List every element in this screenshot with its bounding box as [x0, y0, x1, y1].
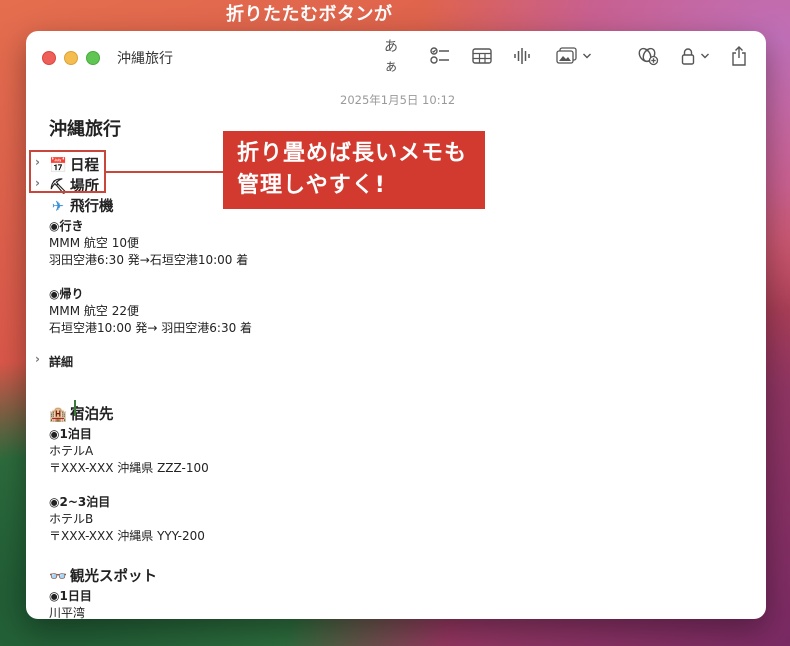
- section-flight: ✈ 飛行機: [49, 195, 114, 216]
- lock-icon: [681, 48, 694, 65]
- chevron-right-icon[interactable]: ›: [35, 352, 40, 366]
- day1-heading: ◉1日目: [49, 589, 92, 603]
- hotel-a-name: ホテルA: [49, 444, 94, 458]
- section-flight-label: 飛行機: [70, 199, 114, 215]
- media-button[interactable]: [554, 44, 594, 68]
- sunglasses-icon: 👓: [49, 569, 68, 585]
- title-bar: 沖縄旅行 あぁ: [26, 31, 766, 83]
- callout-line-2: 管理しやすく!: [237, 173, 386, 198]
- collaborate-button[interactable]: [636, 44, 660, 68]
- note-date: 2025年1月5日 10:12: [340, 93, 456, 107]
- section-lodging-label: 宿泊先: [70, 407, 114, 423]
- return-heading: ◉帰り: [49, 287, 84, 301]
- share-button[interactable]: [729, 44, 749, 68]
- audio-button[interactable]: [511, 44, 533, 68]
- callout-connector: [106, 171, 223, 173]
- lock-button[interactable]: [677, 44, 713, 68]
- window-controls: [42, 51, 100, 65]
- hotel-icon: 🏨: [49, 407, 68, 423]
- table-button[interactable]: [470, 44, 494, 68]
- day1-spot: 川平湾: [49, 606, 86, 619]
- waveform-icon: [514, 48, 530, 64]
- outbound-heading: ◉行き: [49, 219, 84, 233]
- airplane-icon: ✈: [51, 199, 65, 215]
- minimize-button[interactable]: [64, 51, 78, 65]
- text-cursor: [74, 400, 76, 416]
- callout-box: 折り畳めば長いメモも 管理しやすく!: [223, 131, 485, 209]
- section-sightseeing-label: 観光スポット: [70, 569, 157, 585]
- hotel-a-address: 〒XXX-XXX 沖縄県 ZZZ-100: [49, 461, 209, 475]
- section-sightseeing: 👓 観光スポット: [49, 565, 157, 586]
- hotel-b-name: ホテルB: [49, 512, 94, 526]
- format-button[interactable]: あぁ: [384, 39, 410, 75]
- link-add-icon: [638, 47, 659, 66]
- highlight-box: [29, 150, 106, 193]
- return-flight: MMM 航空 22便: [49, 304, 139, 318]
- window-title: 沖縄旅行: [117, 51, 173, 67]
- top-caption: 折りたたむボタンが: [226, 4, 393, 25]
- night23-heading: ◉2~3泊目: [49, 495, 111, 509]
- table-icon: [472, 48, 492, 64]
- share-icon: [732, 46, 746, 66]
- outbound-flight: MMM 航空 10便: [49, 236, 139, 250]
- hotel-b-address: 〒XXX-XXX 沖縄県 YYY-200: [49, 529, 205, 543]
- close-button[interactable]: [42, 51, 56, 65]
- details-toggle[interactable]: › 詳細: [35, 352, 74, 370]
- details-label: 詳細: [49, 355, 74, 369]
- chevron-down-icon: [700, 53, 709, 59]
- note-title: 沖縄旅行: [49, 119, 121, 140]
- checklist-icon: [430, 47, 449, 64]
- outbound-route: 羽田空港6:30 発→石垣空港10:00 着: [49, 253, 249, 267]
- zoom-button[interactable]: [86, 51, 100, 65]
- photo-icon: [556, 47, 577, 64]
- return-route: 石垣空港10:00 発→ 羽田空港6:30 着: [49, 321, 253, 335]
- night1-heading: ◉1泊目: [49, 427, 92, 441]
- format-label: あぁ: [384, 39, 398, 75]
- notes-window: 沖縄旅行 あぁ 2025年1月5日 10:12 沖縄旅行 › 📅 日程 › ⛏ …: [26, 31, 766, 619]
- checklist-button[interactable]: [428, 44, 452, 68]
- callout-line-1: 折り畳めば長いメモも: [237, 141, 468, 166]
- section-lodging: 🏨 宿泊先: [49, 403, 114, 424]
- chevron-down-icon: [583, 53, 591, 59]
